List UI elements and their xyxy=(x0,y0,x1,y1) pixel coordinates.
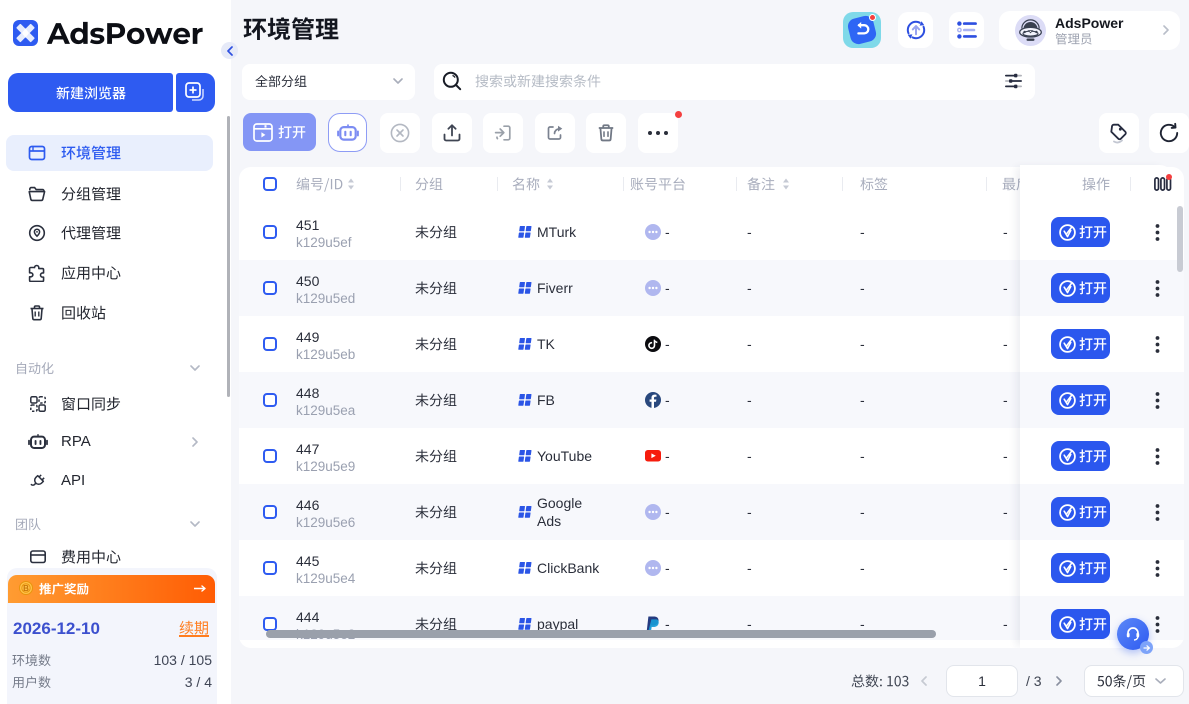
svg-text:B: B xyxy=(23,584,29,593)
